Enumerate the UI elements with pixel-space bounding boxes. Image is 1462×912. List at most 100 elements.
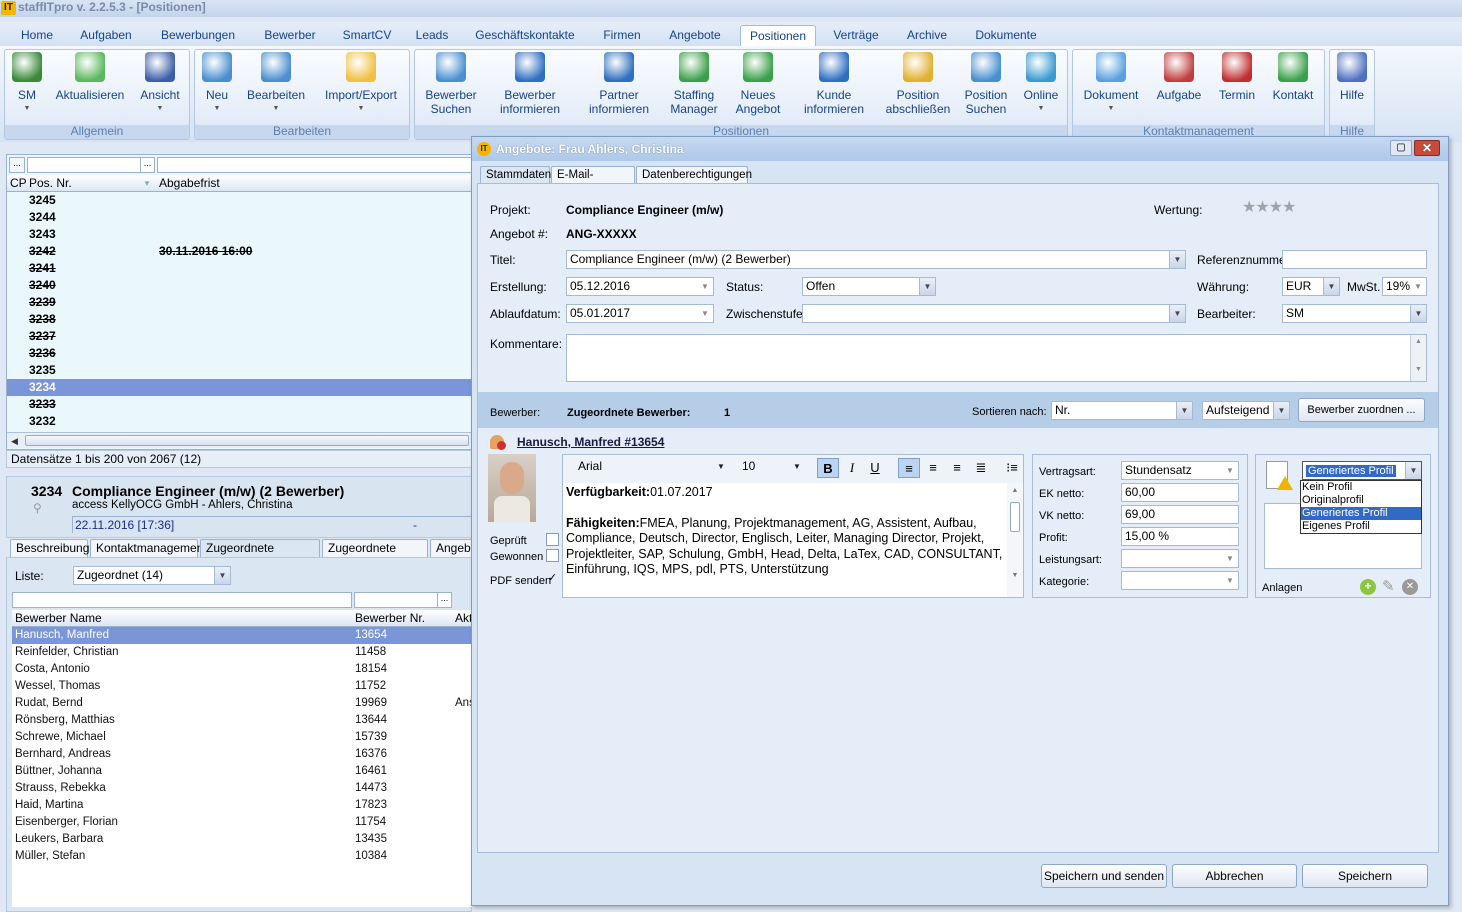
menu-tab-geschäftskontakte[interactable]: Geschäftskontakte [466,25,584,46]
candidate-row[interactable]: Büttner, Johanna 16461 [12,763,472,780]
col-pos-nr[interactable]: Pos. Nr. [29,176,72,191]
ribbon-button-position-abschließen[interactable]: Position abschließen [883,52,953,116]
menu-tab-firmen[interactable]: Firmen [594,25,650,46]
justify-icon[interactable]: ≣ [970,458,992,478]
dialog-tab-e-mail-angebot[interactable]: E-Mail-Angebot [551,166,635,198]
profit-input[interactable]: 15,00 % [1121,527,1239,546]
ribbon-button-import-export[interactable]: Import/Export ▼ [319,52,403,116]
detail-tab[interactable]: Zugeordnete Bewerber [200,539,320,557]
chevron-down-icon[interactable]: ▼ [1169,251,1185,268]
ribbon-button-hilfe[interactable]: Hilfe [1332,52,1372,102]
candidate-row[interactable]: Reinfelder, Christian 11458 [12,644,472,661]
pdf-senden-checkbox[interactable]: ✓ [546,573,559,586]
ribbon-button-bewerber-informieren[interactable]: Bewerber informieren [490,52,570,116]
bold-button[interactable]: B [817,458,839,478]
position-row[interactable]: 3235 [7,362,471,379]
position-row[interactable]: 3243 [7,226,471,243]
menu-tab-dokumente[interactable]: Dokumente [964,25,1048,46]
nr-filter-input[interactable]: ... [354,592,452,608]
align-right-icon[interactable]: ≡ [922,458,944,478]
candidate-row[interactable]: Schrewe, Michael 15739 [12,729,472,746]
ribbon-button-bearbeiten[interactable]: Bearbeiten ▼ [243,52,309,116]
underline-button[interactable]: U [864,458,886,478]
ribbon-button-neues-angebot[interactable]: Neues Angebot [731,52,785,116]
candidate-row[interactable]: Strauss, Rebekka 14473 [12,780,472,797]
candidate-row[interactable]: Bernhard, Andreas 16376 [12,746,472,763]
candidate-row[interactable]: Leukers, Barbara 13435 [12,831,472,848]
ribbon-button-termin[interactable]: Termin [1214,52,1260,102]
ribbon-button-partner-informieren[interactable]: Partner informieren [579,52,659,116]
ribbon-button-ansicht[interactable]: Ansicht ▼ [135,52,185,116]
ribbon-button-aufgabe[interactable]: Aufgabe [1151,52,1207,102]
position-row[interactable]: 3233 [7,396,471,413]
detail-tab[interactable]: Angebo [430,539,472,557]
ribbon-button-dokument[interactable]: Dokument ▼ [1079,52,1143,116]
assign-candidate-button[interactable]: Bewerber zuordnen ... [1298,398,1425,422]
ribbon-button-aktualisieren[interactable]: Aktualisieren [55,52,125,102]
filter-button[interactable]: ... [9,157,25,173]
col-bewerber-name[interactable]: Bewerber Name [15,611,102,626]
align-left-icon[interactable]: ≡ [898,458,920,478]
mwst-select[interactable]: 19% ▼ [1382,277,1427,296]
menu-tab-leads[interactable]: Leads [408,25,456,46]
menu-tab-aufgaben[interactable]: Aufgaben [70,25,142,46]
edit-attachment-icon[interactable]: ✎ [1382,577,1395,595]
font-size-select[interactable]: 10 ▼ [739,458,805,477]
deadline-filter-input[interactable] [157,157,473,173]
pos-filter-input[interactable]: ... [27,157,155,173]
candidate-row[interactable]: Haid, Martina 17823 [12,797,472,814]
save-button[interactable]: Speichern [1302,864,1428,888]
menu-tab-bewerber[interactable]: Bewerber [254,25,326,46]
menu-tab-home[interactable]: Home [8,25,66,46]
position-row[interactable]: 3242 30.11.2016 16:00 [7,243,471,260]
candidate-row[interactable]: Müller, Stefan 10384 [12,848,472,865]
gewonnen-checkbox[interactable] [546,549,559,562]
editor-scrollbar[interactable]: ▲ ▼ [1007,483,1023,597]
order-select[interactable]: Aufsteigend ▼ [1202,401,1290,420]
position-row[interactable]: 3241 [7,260,471,277]
referenz-input[interactable] [1282,250,1427,269]
position-row[interactable]: 3240 [7,277,471,294]
status-select[interactable]: Offen ▼ [802,277,936,296]
position-row[interactable]: 3236 [7,345,471,362]
ribbon-button-online[interactable]: Online ▼ [1018,52,1064,116]
candidate-row[interactable]: Rudat, Bernd 19969 Ans [12,695,475,712]
menu-tab-bewerbungen[interactable]: Bewerbungen [148,25,248,46]
menu-tab-angebote[interactable]: Angebote [658,25,732,46]
ribbon-button-sm[interactable]: SM ▼ [7,52,47,116]
position-row[interactable]: 3232 [7,413,471,430]
candidate-row[interactable]: Rönsberg, Matthias 13644 [12,712,472,729]
position-row[interactable]: 3244 [7,209,471,226]
ribbon-button-position-suchen[interactable]: Position Suchen [959,52,1013,116]
geprueft-checkbox[interactable] [546,533,559,546]
candidate-row[interactable]: Costa, Antonio 18154 [12,661,472,678]
candidate-name-link[interactable]: Hanusch, Manfred #13654 [517,435,664,449]
scrollbar[interactable]: ▲ ▼ [1410,335,1426,381]
save-and-send-button[interactable]: Speichern und senden [1041,864,1167,888]
star-icon[interactable]: ★ [1269,199,1283,216]
menu-tab-verträge[interactable]: Verträge [824,25,888,46]
numbered-list-icon[interactable]: ⁝≡ [1001,458,1023,478]
menu-tab-archive[interactable]: Archive [898,25,956,46]
detail-tab[interactable]: Zugeordnete Partner [322,539,428,557]
profile-option[interactable]: Originalprofil [1301,494,1421,507]
maximize-button[interactable]: ▢ [1390,140,1412,156]
col-cp[interactable]: CP [10,176,27,191]
profile-select[interactable]: Generiertes Profil ▼ [1302,461,1422,480]
star-icon[interactable]: ★ [1255,199,1269,216]
position-row[interactable]: 3245 [7,192,471,209]
cancel-button[interactable]: Abbrechen [1172,864,1297,888]
kommentare-textarea[interactable]: ▲ ▼ [566,334,1427,382]
delete-attachment-icon[interactable]: ✕ [1402,579,1418,595]
position-row[interactable]: 3234 [7,379,471,396]
candidate-row[interactable]: Wessel, Thomas 11752 [12,678,472,695]
horizontal-scrollbar[interactable]: ◀ [7,432,471,448]
position-row[interactable]: 3238 [7,311,471,328]
position-row[interactable]: 3239 [7,294,471,311]
close-button[interactable]: ✕ [1414,140,1440,156]
add-attachment-icon[interactable]: + [1360,579,1376,595]
sort-select[interactable]: Nr. ▼ [1051,401,1193,420]
detail-tab[interactable]: Beschreibung [10,539,89,557]
col-abgabefrist[interactable]: Abgabefrist [159,176,220,191]
align-center-icon[interactable]: ≡ [946,458,968,478]
